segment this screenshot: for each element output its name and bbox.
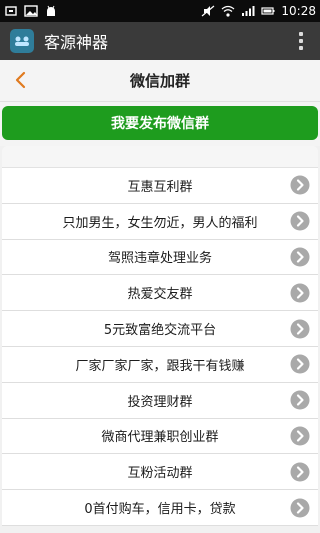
status-left xyxy=(4,5,58,17)
list-item-label: 微商代理兼职创业群 xyxy=(101,430,219,446)
list-item-label: 投资理财群 xyxy=(127,394,193,410)
chevron-right-icon xyxy=(290,247,310,267)
list-item[interactable]: 互惠互利群 xyxy=(2,168,318,204)
list-item-label: 厂家厂家厂家，跟我干有钱赚 xyxy=(75,358,245,374)
title-bar: 微信加群 xyxy=(0,60,320,102)
notification-icon xyxy=(4,5,18,17)
page-title: 微信加群 xyxy=(129,72,190,90)
mute-icon xyxy=(201,5,215,17)
list-item-label: 驾照违章处理业务 xyxy=(107,251,212,267)
list-item-label: 互惠互利群 xyxy=(127,179,193,195)
chevron-right-icon xyxy=(290,462,310,482)
list-item[interactable]: 5元致富绝交流平台 xyxy=(2,311,318,347)
list-item[interactable]: 热爱交友群 xyxy=(2,275,318,312)
chevron-right-icon xyxy=(290,283,310,303)
group-list: 互惠互利群只加男生，女生勿近，男人的福利 驾照违章处理业务 热爱交友群 5元致富绝交流… xyxy=(2,146,318,526)
overflow-menu-icon[interactable] xyxy=(292,32,310,50)
app-logo-icon xyxy=(10,29,34,53)
chevron-left-icon xyxy=(15,71,26,89)
app-title: 客源神器 xyxy=(44,33,109,52)
battery-icon xyxy=(261,5,275,17)
app-bar: 客源神器 xyxy=(0,22,320,60)
list-item-label: 只加男生，女生勿近，男人的福利 xyxy=(62,215,258,231)
list-item[interactable]: 驾照违章处理业务 xyxy=(2,239,318,276)
list-item-label: 互粉活动群 xyxy=(127,466,193,482)
list-item[interactable]: 只加男生，女生勿近，男人的福利 xyxy=(2,203,318,240)
android-icon xyxy=(44,5,58,17)
status-time: 10:28 xyxy=(281,4,316,18)
image-icon xyxy=(24,5,38,17)
chevron-right-icon xyxy=(290,319,310,339)
list-item-label: 热爱交友群 xyxy=(127,287,193,303)
chevron-right-icon xyxy=(290,175,310,195)
publish-wrap: 我要发布微信群 xyxy=(0,102,320,146)
chevron-right-icon xyxy=(290,498,310,518)
list-item-label: 5元致富绝交流平台 xyxy=(103,323,217,339)
signal-icon xyxy=(241,5,255,17)
chevron-right-icon xyxy=(290,211,310,231)
list-item-label: 0首付购车，信用卡，贷款 xyxy=(84,502,236,518)
list-item[interactable]: 0首付购车，信用卡，贷款 xyxy=(2,490,318,526)
chevron-right-icon xyxy=(290,390,310,410)
list-header xyxy=(2,146,318,168)
list-item[interactable]: 互粉活动群 xyxy=(2,454,318,491)
list-item[interactable]: 微商代理兼职创业群 xyxy=(2,418,318,455)
list-items: 互惠互利群只加男生，女生勿近，男人的福利 驾照违章处理业务 热爱交友群 5元致富绝交流… xyxy=(2,168,318,526)
status-bar: 10:28 xyxy=(0,0,320,22)
chevron-right-icon xyxy=(290,426,310,446)
back-button[interactable] xyxy=(8,68,32,92)
list-item[interactable]: 投资理财群 xyxy=(2,382,318,419)
wifi-icon xyxy=(221,5,235,17)
list-item[interactable]: 厂家厂家厂家，跟我干有钱赚 xyxy=(2,346,318,383)
status-right: 10:28 xyxy=(201,4,316,18)
chevron-right-icon xyxy=(290,354,310,374)
publish-group-button[interactable]: 我要发布微信群 xyxy=(2,106,318,140)
